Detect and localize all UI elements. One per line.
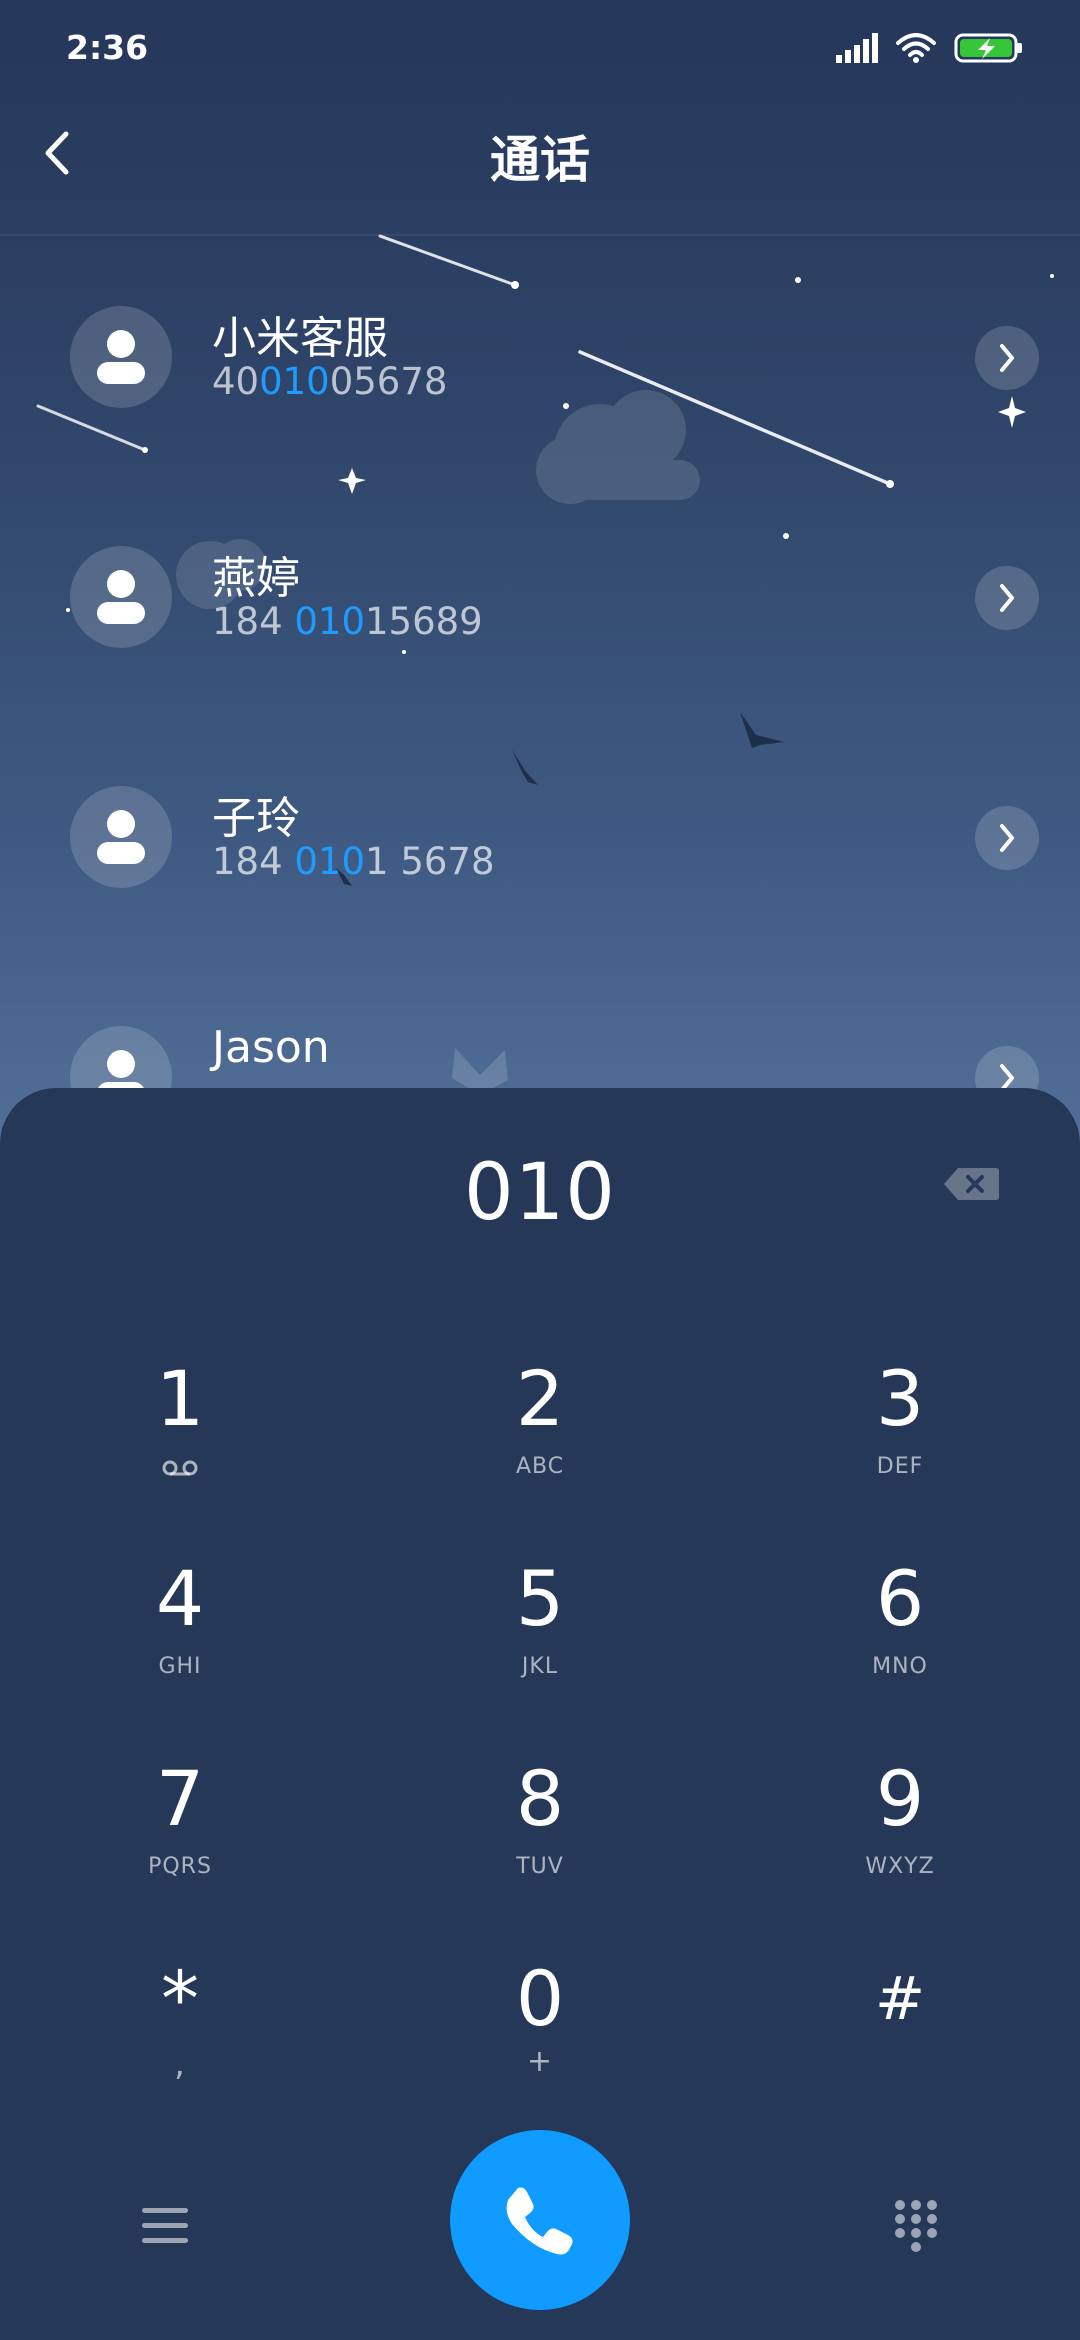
contact-number: 184 01015689 xyxy=(212,600,483,643)
key-letters: + xyxy=(526,2044,554,2079)
phone-icon xyxy=(506,2187,573,2255)
avatar xyxy=(70,546,172,648)
contact-detail-button[interactable] xyxy=(975,326,1039,390)
person-icon xyxy=(97,1050,145,1090)
key-digit: 9 xyxy=(875,1754,925,1843)
wifi-icon xyxy=(896,33,936,63)
menu-icon xyxy=(142,2208,188,2243)
chevron-right-icon xyxy=(1000,824,1014,852)
contact-name: Jason xyxy=(212,1022,330,1073)
key-letters: WXYZ xyxy=(865,1854,935,1879)
key-digit: 1 xyxy=(155,1354,205,1443)
key-digit: 8 xyxy=(515,1754,565,1843)
call-button[interactable] xyxy=(450,2130,630,2310)
key-0[interactable]: 0 + xyxy=(390,1940,690,2100)
key-digit: # xyxy=(874,1964,926,2034)
contact-detail-button[interactable] xyxy=(975,1046,1039,1090)
person-icon xyxy=(97,570,145,624)
key-digit: 3 xyxy=(875,1354,925,1443)
avatar xyxy=(70,786,172,888)
key-digit: 5 xyxy=(515,1554,565,1643)
contact-name: 小米客服 xyxy=(212,313,388,364)
match-highlight: 010 xyxy=(294,600,366,643)
key-digit: 0 xyxy=(515,1954,565,2043)
key-letters: ABC xyxy=(515,1454,565,1479)
key-5[interactable]: 5 JKL xyxy=(390,1540,690,1700)
key-letters: GHI xyxy=(158,1654,202,1679)
key-hash[interactable]: # xyxy=(750,1940,1050,2100)
key-9[interactable]: 9 WXYZ xyxy=(750,1740,1050,1900)
match-highlight: 010 xyxy=(294,840,366,883)
chevron-right-icon xyxy=(1000,1064,1014,1090)
page-title: 通话 xyxy=(490,131,590,189)
backspace-icon xyxy=(944,1168,999,1200)
key-digit: 6 xyxy=(875,1554,925,1643)
avatar xyxy=(70,306,172,408)
contact-number: 184 0101 5678 xyxy=(212,840,495,883)
contact-name: 子玲 xyxy=(212,793,300,844)
key-letters: MNO xyxy=(872,1654,928,1679)
dialer-bottom-bar xyxy=(0,2120,1080,2320)
key-8[interactable]: 8 TUV xyxy=(390,1740,690,1900)
key-6[interactable]: 6 MNO xyxy=(750,1540,1050,1700)
contact-item[interactable]: 子玲 184 0101 5678 xyxy=(0,716,1080,956)
avatar xyxy=(70,1026,172,1090)
key-letters: JKL xyxy=(521,1654,559,1679)
keypad-toggle-button[interactable] xyxy=(886,2196,946,2256)
key-2[interactable]: 2 ABC xyxy=(390,1340,690,1500)
match-highlight: 010 xyxy=(259,360,330,403)
key-digit: 4 xyxy=(155,1554,205,1643)
contact-detail-button[interactable] xyxy=(975,806,1039,870)
contact-number: 4001005678 xyxy=(212,360,448,403)
key-digit: 2 xyxy=(515,1354,565,1443)
contact-item[interactable]: 燕婷 184 01015689 xyxy=(0,476,1080,716)
person-icon xyxy=(97,330,145,384)
key-letters: TUV xyxy=(516,1854,564,1879)
battery-charging-icon xyxy=(954,33,1022,63)
key-digit: * xyxy=(161,1954,199,2043)
key-4[interactable]: 4 GHI xyxy=(30,1540,330,1700)
status-icons xyxy=(836,28,1024,68)
chevron-right-icon xyxy=(1000,584,1014,612)
key-letters: , xyxy=(174,2044,186,2084)
key-star[interactable]: * , xyxy=(30,1940,330,2100)
voicemail-icon xyxy=(162,1460,198,1476)
dialpad-icon xyxy=(895,2200,937,2252)
contact-detail-button[interactable] xyxy=(975,566,1039,630)
header: 通话 xyxy=(0,96,1080,236)
key-digit: 7 xyxy=(155,1754,205,1843)
contact-item[interactable]: 小米客服 4001005678 xyxy=(0,236,1080,476)
key-7[interactable]: 7 PQRS xyxy=(30,1740,330,1900)
key-letters: DEF xyxy=(876,1454,924,1479)
menu-button[interactable] xyxy=(128,2196,202,2256)
signal-icon xyxy=(836,33,878,63)
person-icon xyxy=(97,810,145,864)
key-1[interactable]: 1 xyxy=(30,1340,330,1500)
key-3[interactable]: 3 DEF xyxy=(750,1340,1050,1500)
status-bar: 2:36 xyxy=(0,0,1080,96)
contact-item[interactable]: Jason xyxy=(0,956,1080,1090)
status-time: 2:36 xyxy=(66,28,149,67)
chevron-right-icon xyxy=(1000,344,1014,372)
backspace-button[interactable] xyxy=(942,1164,1000,1204)
key-letters: PQRS xyxy=(148,1854,212,1879)
dialed-number-display[interactable]: 010 xyxy=(0,1148,1080,1238)
contact-suggestion-list: 小米客服 4001005678 燕婷 184 01015689 子玲 184 0… xyxy=(0,236,1080,1090)
contact-name: 燕婷 xyxy=(212,553,300,604)
